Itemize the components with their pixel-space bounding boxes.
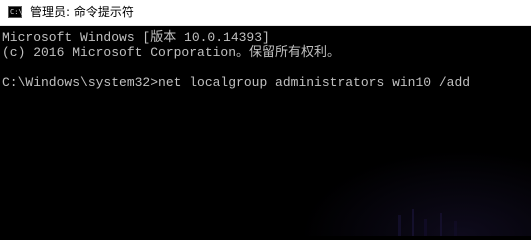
window-title: 管理员: 命令提示符 (30, 5, 134, 19)
terminal-icon[interactable]: C:\ (8, 6, 23, 18)
command-prompt-window: C:\ 管理员: 命令提示符 Microsoft Windows [版本 10.… (0, 0, 531, 236)
console-line-version: Microsoft Windows [版本 10.0.14393] (2, 30, 270, 45)
command-prompt-line[interactable]: C:\Windows\system32>net localgroup admin… (2, 75, 527, 90)
terminal-icon-label: C:\ (10, 8, 23, 16)
console-line-copyright: (c) 2016 Microsoft Corporation。保留所有权利。 (2, 45, 341, 60)
title-bar[interactable]: C:\ 管理员: 命令提示符 (0, 0, 531, 26)
console-output[interactable]: Microsoft Windows [版本 10.0.14393] (c) 20… (2, 30, 527, 230)
